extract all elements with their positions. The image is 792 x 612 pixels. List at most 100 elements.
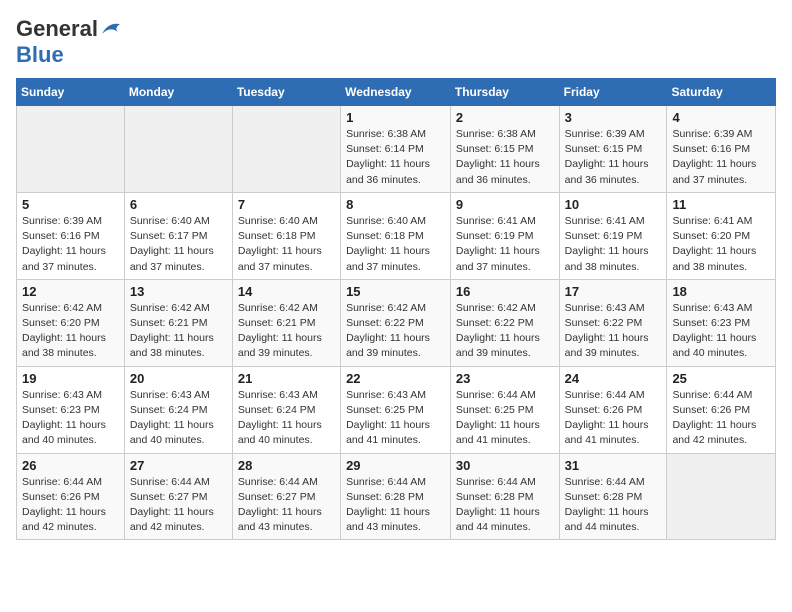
page-header: General Blue <box>16 16 776 68</box>
calendar-cell: 22 Sunrise: 6:43 AM Sunset: 6:25 PM Dayli… <box>341 366 451 453</box>
day-info: Sunrise: 6:43 AM Sunset: 6:25 PM Dayligh… <box>346 388 445 449</box>
day-info: Sunrise: 6:44 AM Sunset: 6:28 PM Dayligh… <box>456 475 554 536</box>
day-number: 19 <box>22 371 119 386</box>
day-info: Sunrise: 6:38 AM Sunset: 6:15 PM Dayligh… <box>456 127 554 188</box>
calendar-cell: 19 Sunrise: 6:43 AM Sunset: 6:23 PM Dayli… <box>17 366 125 453</box>
day-info: Sunrise: 6:39 AM Sunset: 6:15 PM Dayligh… <box>565 127 662 188</box>
calendar-cell: 9Sunrise: 6:41 AM Sunset: 6:19 PM Daylig… <box>450 192 559 279</box>
day-number: 10 <box>565 197 662 212</box>
day-number: 17 <box>565 284 662 299</box>
calendar-body: 1 Sunrise: 6:38 AM Sunset: 6:14 PM Daylig… <box>17 106 776 540</box>
calendar-cell: 17 Sunrise: 6:43 AM Sunset: 6:22 PM Dayli… <box>559 279 667 366</box>
calendar-cell: 30 Sunrise: 6:44 AM Sunset: 6:28 PM Dayli… <box>450 453 559 540</box>
day-number: 30 <box>456 458 554 473</box>
day-number: 8 <box>346 197 445 212</box>
day-info: Sunrise: 6:43 AM Sunset: 6:24 PM Dayligh… <box>238 388 335 449</box>
calendar-cell: 7 Sunrise: 6:40 AM Sunset: 6:18 PM Daylig… <box>232 192 340 279</box>
calendar-cell: 12 Sunrise: 6:42 AM Sunset: 6:20 PM Dayli… <box>17 279 125 366</box>
calendar-cell: 14Sunrise: 6:42 AM Sunset: 6:21 PM Dayli… <box>232 279 340 366</box>
day-info: Sunrise: 6:44 AM Sunset: 6:26 PM Dayligh… <box>672 388 770 449</box>
calendar-cell: 4Sunrise: 6:39 AM Sunset: 6:16 PM Daylig… <box>667 106 776 193</box>
calendar-cell <box>667 453 776 540</box>
calendar-cell: 21Sunrise: 6:43 AM Sunset: 6:24 PM Dayli… <box>232 366 340 453</box>
calendar-cell: 10 Sunrise: 6:41 AM Sunset: 6:19 PM Dayli… <box>559 192 667 279</box>
day-number: 28 <box>238 458 335 473</box>
calendar-cell: 28 Sunrise: 6:44 AM Sunset: 6:27 PM Dayli… <box>232 453 340 540</box>
day-info: Sunrise: 6:44 AM Sunset: 6:25 PM Dayligh… <box>456 388 554 449</box>
day-number: 3 <box>565 110 662 125</box>
weekday-header-saturday: Saturday <box>667 79 776 106</box>
day-number: 27 <box>130 458 227 473</box>
day-info: Sunrise: 6:43 AM Sunset: 6:22 PM Dayligh… <box>565 301 662 362</box>
calendar-cell: 1 Sunrise: 6:38 AM Sunset: 6:14 PM Daylig… <box>341 106 451 193</box>
day-info: Sunrise: 6:41 AM Sunset: 6:19 PM Dayligh… <box>456 214 554 275</box>
day-info: Sunrise: 6:43 AM Sunset: 6:23 PM Dayligh… <box>22 388 119 449</box>
day-info: Sunrise: 6:44 AM Sunset: 6:26 PM Dayligh… <box>22 475 119 536</box>
calendar-week-row: 26 Sunrise: 6:44 AM Sunset: 6:26 PM Dayli… <box>17 453 776 540</box>
day-number: 4 <box>672 110 770 125</box>
day-number: 26 <box>22 458 119 473</box>
calendar-cell: 8 Sunrise: 6:40 AM Sunset: 6:18 PM Daylig… <box>341 192 451 279</box>
day-info: Sunrise: 6:44 AM Sunset: 6:28 PM Dayligh… <box>346 475 445 536</box>
calendar-week-row: 12 Sunrise: 6:42 AM Sunset: 6:20 PM Dayli… <box>17 279 776 366</box>
calendar-cell: 5Sunrise: 6:39 AM Sunset: 6:16 PM Daylig… <box>17 192 125 279</box>
calendar-cell: 29 Sunrise: 6:44 AM Sunset: 6:28 PM Dayli… <box>341 453 451 540</box>
day-number: 20 <box>130 371 227 386</box>
day-number: 29 <box>346 458 445 473</box>
day-number: 15 <box>346 284 445 299</box>
day-number: 5 <box>22 197 119 212</box>
day-number: 12 <box>22 284 119 299</box>
day-info: Sunrise: 6:43 AM Sunset: 6:23 PM Dayligh… <box>672 301 770 362</box>
calendar-cell: 25Sunrise: 6:44 AM Sunset: 6:26 PM Dayli… <box>667 366 776 453</box>
weekday-header-sunday: Sunday <box>17 79 125 106</box>
calendar-week-row: 5Sunrise: 6:39 AM Sunset: 6:16 PM Daylig… <box>17 192 776 279</box>
calendar-cell: 18 Sunrise: 6:43 AM Sunset: 6:23 PM Dayli… <box>667 279 776 366</box>
day-number: 31 <box>565 458 662 473</box>
calendar-cell: 24 Sunrise: 6:44 AM Sunset: 6:26 PM Dayli… <box>559 366 667 453</box>
logo-general-text: General <box>16 16 98 42</box>
day-info: Sunrise: 6:42 AM Sunset: 6:21 PM Dayligh… <box>130 301 227 362</box>
day-number: 22 <box>346 371 445 386</box>
day-info: Sunrise: 6:42 AM Sunset: 6:22 PM Dayligh… <box>456 301 554 362</box>
day-info: Sunrise: 6:41 AM Sunset: 6:19 PM Dayligh… <box>565 214 662 275</box>
day-number: 13 <box>130 284 227 299</box>
calendar-table: SundayMondayTuesdayWednesdayThursdayFrid… <box>16 78 776 540</box>
day-info: Sunrise: 6:44 AM Sunset: 6:28 PM Dayligh… <box>565 475 662 536</box>
weekday-header-monday: Monday <box>124 79 232 106</box>
calendar-cell: 2 Sunrise: 6:38 AM Sunset: 6:15 PM Daylig… <box>450 106 559 193</box>
calendar-week-row: 1 Sunrise: 6:38 AM Sunset: 6:14 PM Daylig… <box>17 106 776 193</box>
day-number: 18 <box>672 284 770 299</box>
day-number: 24 <box>565 371 662 386</box>
logo-bird-icon <box>100 20 122 38</box>
day-info: Sunrise: 6:42 AM Sunset: 6:20 PM Dayligh… <box>22 301 119 362</box>
weekday-row: SundayMondayTuesdayWednesdayThursdayFrid… <box>17 79 776 106</box>
day-info: Sunrise: 6:38 AM Sunset: 6:14 PM Dayligh… <box>346 127 445 188</box>
day-info: Sunrise: 6:43 AM Sunset: 6:24 PM Dayligh… <box>130 388 227 449</box>
calendar-cell: 15 Sunrise: 6:42 AM Sunset: 6:22 PM Dayli… <box>341 279 451 366</box>
calendar-cell: 23Sunrise: 6:44 AM Sunset: 6:25 PM Dayli… <box>450 366 559 453</box>
day-info: Sunrise: 6:40 AM Sunset: 6:17 PM Dayligh… <box>130 214 227 275</box>
calendar-cell <box>17 106 125 193</box>
day-info: Sunrise: 6:44 AM Sunset: 6:27 PM Dayligh… <box>238 475 335 536</box>
day-info: Sunrise: 6:40 AM Sunset: 6:18 PM Dayligh… <box>238 214 335 275</box>
weekday-header-wednesday: Wednesday <box>341 79 451 106</box>
day-info: Sunrise: 6:40 AM Sunset: 6:18 PM Dayligh… <box>346 214 445 275</box>
calendar-cell <box>232 106 340 193</box>
calendar-cell: 31 Sunrise: 6:44 AM Sunset: 6:28 PM Dayli… <box>559 453 667 540</box>
calendar-cell <box>124 106 232 193</box>
calendar-cell: 16Sunrise: 6:42 AM Sunset: 6:22 PM Dayli… <box>450 279 559 366</box>
day-number: 1 <box>346 110 445 125</box>
logo-blue-text: Blue <box>16 42 64 68</box>
day-number: 7 <box>238 197 335 212</box>
calendar-cell: 11Sunrise: 6:41 AM Sunset: 6:20 PM Dayli… <box>667 192 776 279</box>
day-info: Sunrise: 6:42 AM Sunset: 6:22 PM Dayligh… <box>346 301 445 362</box>
day-info: Sunrise: 6:44 AM Sunset: 6:26 PM Dayligh… <box>565 388 662 449</box>
logo: General Blue <box>16 16 122 68</box>
day-number: 2 <box>456 110 554 125</box>
day-number: 6 <box>130 197 227 212</box>
weekday-header-tuesday: Tuesday <box>232 79 340 106</box>
calendar-header: SundayMondayTuesdayWednesdayThursdayFrid… <box>17 79 776 106</box>
weekday-header-friday: Friday <box>559 79 667 106</box>
calendar-cell: 26 Sunrise: 6:44 AM Sunset: 6:26 PM Dayli… <box>17 453 125 540</box>
day-info: Sunrise: 6:41 AM Sunset: 6:20 PM Dayligh… <box>672 214 770 275</box>
